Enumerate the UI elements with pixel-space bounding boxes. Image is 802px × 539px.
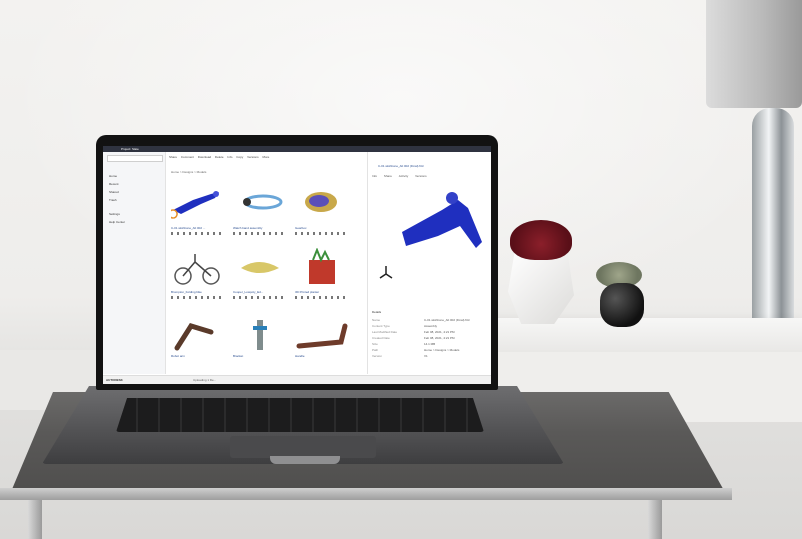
- detail-tabs: Info Share Activity Versions: [372, 174, 488, 178]
- file-card-label: Watch band assembly: [233, 226, 263, 230]
- desk-edge: [0, 488, 732, 500]
- laptop-notch: [270, 456, 340, 464]
- file-card-actions[interactable]: [233, 296, 287, 299]
- property-value: Assembly: [424, 324, 438, 328]
- file-card-label: Robot arm: [171, 354, 186, 358]
- search-input[interactable]: [107, 155, 163, 162]
- property-row: Name C-01 wishbone_Alt 002 (Final).f3d: [372, 318, 488, 323]
- file-card-actions[interactable]: [295, 232, 349, 235]
- property-row: Path Home > Designs > Models: [372, 348, 488, 353]
- property-key: Version: [372, 354, 383, 358]
- file-card[interactable]: Watch band assembly: [231, 182, 289, 242]
- status-bar: AUTODESK Uploading 1 file...: [103, 375, 491, 384]
- file-card-label: Cooper_Lowpoly_Ed...: [233, 290, 264, 294]
- property-row: Size 14.1 MB: [372, 342, 488, 347]
- property-key: Content Type: [372, 324, 390, 328]
- file-card[interactable]: Handle: [293, 310, 351, 370]
- bracket-thumbnail: [253, 320, 267, 350]
- red-flower: [510, 220, 572, 260]
- property-row: Content Type Assembly: [372, 324, 488, 329]
- file-card[interactable]: Bracket: [231, 310, 289, 370]
- brand-logo: AUTODESK: [106, 378, 123, 382]
- file-card[interactable]: 3D Printed planter: [293, 246, 351, 306]
- file-card-label: 3D Printed planter: [295, 290, 320, 294]
- sidebar-item-recent[interactable]: Recent: [109, 182, 119, 187]
- property-value: Home > Designs > Models: [424, 348, 460, 352]
- toolbar-info-button[interactable]: Info: [227, 155, 232, 159]
- file-card-label: Brompton_Folding bike: [171, 290, 202, 294]
- file-card-label: Handle: [295, 354, 305, 358]
- toolbar-more-button[interactable]: More: [263, 155, 270, 159]
- file-card[interactable]: C-01 wishbone_Alt 002 ...: [169, 182, 227, 242]
- file-grid: C-01 wishbone_Alt 002 ... Watch band ass…: [169, 182, 365, 374]
- cooper-thumbnail: [241, 262, 279, 273]
- file-card-actions[interactable]: [171, 232, 225, 235]
- toolbar-delete-button[interactable]: Delete: [215, 155, 224, 159]
- property-row: Version V1: [372, 354, 488, 359]
- wishbone-thumbnail: [171, 191, 219, 219]
- laptop-trackpad: [230, 436, 376, 458]
- tab-versions[interactable]: Versions: [415, 174, 427, 178]
- property-row: Created Date Feb 08, 2021, 4:21 PM: [372, 336, 488, 341]
- file-card-actions[interactable]: [233, 232, 287, 235]
- property-key: Last Modified Date: [372, 330, 398, 334]
- toolbar-copy-button[interactable]: Copy: [236, 155, 243, 159]
- lamp-shade: [706, 0, 802, 108]
- property-value: V1: [424, 354, 428, 358]
- file-card[interactable]: Robot arm: [169, 310, 227, 370]
- file-card-label: Bracket: [233, 354, 244, 358]
- app-title: Project: Slate: [121, 147, 139, 151]
- tab-activity[interactable]: Activity: [399, 174, 409, 178]
- file-card[interactable]: Cooper_Lowpoly_Ed...: [231, 246, 289, 306]
- planter-thumbnail: [309, 248, 335, 284]
- tab-info[interactable]: Info: [372, 174, 377, 178]
- property-key: Path: [372, 348, 379, 352]
- property-key: Name: [372, 318, 381, 322]
- property-key: Created Date: [372, 336, 390, 340]
- sidebar-item-shared[interactable]: Shared: [109, 190, 119, 195]
- bike-thumbnail: [174, 254, 220, 285]
- sidebar-item-help[interactable]: Help Center: [109, 220, 125, 225]
- property-key: Size: [372, 342, 378, 346]
- model-viewer[interactable]: [372, 182, 488, 292]
- property-value: C-01 wishbone_Alt 002 (Final).f3d: [424, 318, 470, 322]
- status-text: Uploading 1 file...: [193, 378, 217, 382]
- gearbox-thumbnail: [305, 192, 337, 212]
- sidebar-item-settings[interactable]: Settings: [109, 212, 120, 217]
- detail-panel: C-01 wishbone_Alt 002 (Final).f3d Info S…: [367, 152, 491, 374]
- desk-leg-left: [28, 500, 42, 539]
- black-vase: [600, 283, 644, 327]
- photo-scene: Project: Slate Home Recent Shared Trash …: [0, 0, 802, 539]
- property-value: Feb 08, 2021, 4:21 PM: [424, 330, 455, 334]
- property-row: Last Modified Date Feb 08, 2021, 4:21 PM: [372, 330, 488, 335]
- file-card[interactable]: Gearbox: [293, 182, 351, 242]
- detail-title: C-01 wishbone_Alt 002 (Final).f3d: [378, 164, 424, 168]
- file-card-label: C-01 wishbone_Alt 002 ...: [171, 226, 206, 230]
- toolbar-download-button[interactable]: Download: [198, 155, 211, 159]
- property-value: 14.1 MB: [424, 342, 436, 346]
- sidebar-item-home[interactable]: Home: [109, 174, 117, 179]
- file-card-label: Gearbox: [295, 226, 307, 230]
- toolbar-share-button[interactable]: Share: [169, 155, 177, 159]
- tab-share[interactable]: Share: [384, 174, 392, 178]
- file-card[interactable]: Brompton_Folding bike: [169, 246, 227, 306]
- file-card-actions[interactable]: [171, 296, 225, 299]
- toolbar-comment-button[interactable]: Comment: [181, 155, 194, 159]
- robot-arm-thumbnail: [174, 323, 214, 351]
- laptop-keyboard: [116, 398, 484, 432]
- file-card-actions[interactable]: [295, 296, 349, 299]
- breadcrumb[interactable]: Home > Designs > Models: [171, 170, 291, 174]
- toolbar: Share Comment Download Delete Info Copy …: [169, 155, 365, 161]
- property-value: Feb 08, 2021, 4:21 PM: [424, 336, 455, 340]
- laptop-screen: Project: Slate Home Recent Shared Trash …: [103, 146, 491, 384]
- details-heading: Details: [372, 310, 382, 314]
- lamp-stem: [752, 108, 794, 338]
- sidebar-item-trash[interactable]: Trash: [109, 198, 117, 203]
- desk-leg-right: [648, 500, 662, 539]
- toolbar-versions-button[interactable]: Versions: [247, 155, 259, 159]
- sidebar: Home Recent Shared Trash Settings Help C…: [103, 152, 166, 374]
- watch-band-thumbnail: [243, 194, 283, 210]
- handle-thumbnail: [296, 323, 348, 349]
